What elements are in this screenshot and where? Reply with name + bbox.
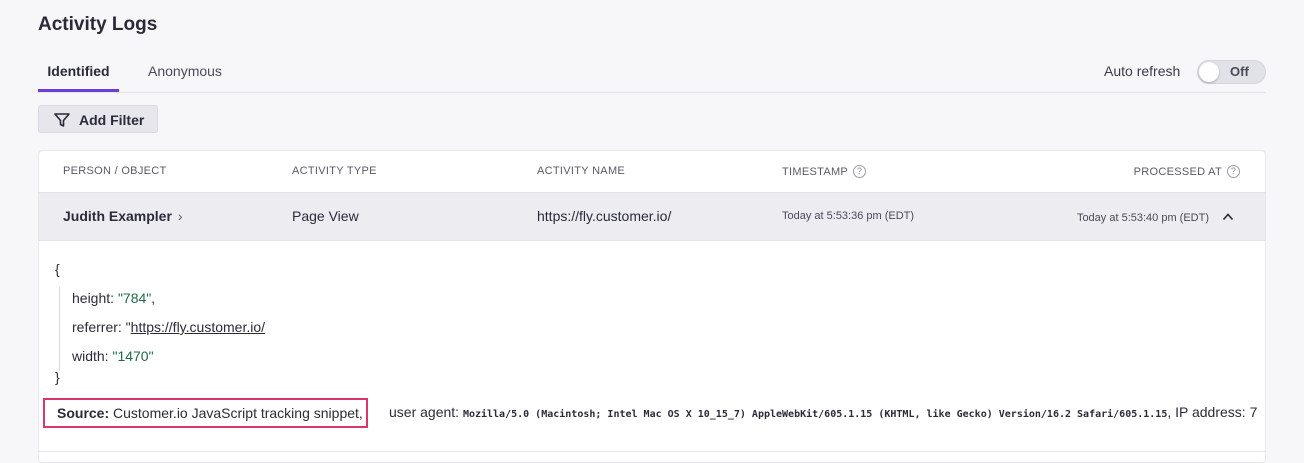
tab-anonymous[interactable]: Anonymous [148, 56, 222, 92]
chevron-up-icon[interactable] [1222, 211, 1234, 223]
json-close-brace: } [55, 369, 60, 385]
toggle-state: Off [1230, 64, 1249, 79]
json-line-width: width: "1470" [72, 348, 154, 364]
json-comma: , [151, 290, 156, 306]
person-link[interactable]: Judith Exampler › [63, 208, 183, 224]
help-icon[interactable]: ? [1227, 165, 1240, 178]
auto-refresh-toggle[interactable]: Off [1197, 60, 1266, 84]
header-processed-label: PROCESSED AT [1133, 165, 1222, 178]
activity-name: https://fly.customer.io/ [537, 208, 672, 224]
user-agent-label: user agent: [389, 404, 463, 420]
json-line-height: height: "784", [72, 290, 155, 306]
header-person: PERSON / OBJECT [63, 165, 167, 177]
divider [39, 451, 1265, 452]
activity-type: Page View [292, 208, 359, 224]
header-timestamp-label: TIMESTAMP [782, 165, 849, 178]
chevron-right-icon: › [177, 208, 183, 224]
page-title: Activity Logs [38, 14, 158, 35]
json-key: referrer: " [72, 319, 131, 335]
json-open-brace: { [55, 261, 60, 277]
add-filter-label: Add Filter [79, 112, 145, 128]
json-line-referrer: referrer: "https://fly.customer.io/ [72, 319, 265, 335]
json-string: "1470" [112, 348, 154, 364]
header-timestamp: TIMESTAMP ? [782, 165, 867, 178]
processed-at: Today at 5:53:40 pm (EDT) [1076, 212, 1209, 224]
auto-refresh-label: Auto refresh [1104, 63, 1181, 79]
header-activity-type: ACTIVITY TYPE [292, 165, 377, 177]
help-icon[interactable]: ? [853, 165, 867, 178]
source-highlight: Source: Customer.io JavaScript tracking … [43, 398, 368, 428]
source-details: user agent: Mozilla/5.0 (Macintosh; Inte… [389, 403, 1257, 424]
json-body: height: "784", referrer: "https://fly.cu… [59, 287, 459, 371]
ip-address-label: , IP address: 7 [1167, 404, 1258, 420]
toggle-knob [1199, 62, 1219, 82]
person-name: Judith Exampler [63, 208, 172, 224]
activity-table: PERSON / OBJECT ACTIVITY TYPE ACTIVITY N… [38, 150, 1266, 463]
tab-bar: Identified Anonymous [38, 56, 1266, 93]
source-value: Customer.io JavaScript tracking snippet, [109, 405, 363, 421]
filter-icon [54, 113, 70, 127]
timestamp: Today at 5:53:36 pm (EDT) [782, 210, 915, 222]
json-key: width: [72, 348, 113, 364]
header-processed-at: PROCESSED AT ? [1134, 165, 1240, 178]
table-row[interactable]: Judith Exampler › Page View https://fly.c… [39, 192, 1265, 241]
referrer-link[interactable]: https://fly.customer.io/ [131, 319, 265, 335]
tab-identified[interactable]: Identified [38, 56, 119, 92]
source-label: Source: [57, 405, 110, 421]
source-line: Source: Customer.io JavaScript tracking … [43, 398, 1265, 428]
user-agent-value: Mozilla/5.0 (Macintosh; Intel Mac OS X 1… [462, 409, 1168, 420]
json-key: height: [72, 290, 118, 306]
add-filter-button[interactable]: Add Filter [38, 105, 158, 133]
header-activity-name: ACTIVITY NAME [537, 165, 626, 177]
json-string: "784" [117, 290, 152, 306]
